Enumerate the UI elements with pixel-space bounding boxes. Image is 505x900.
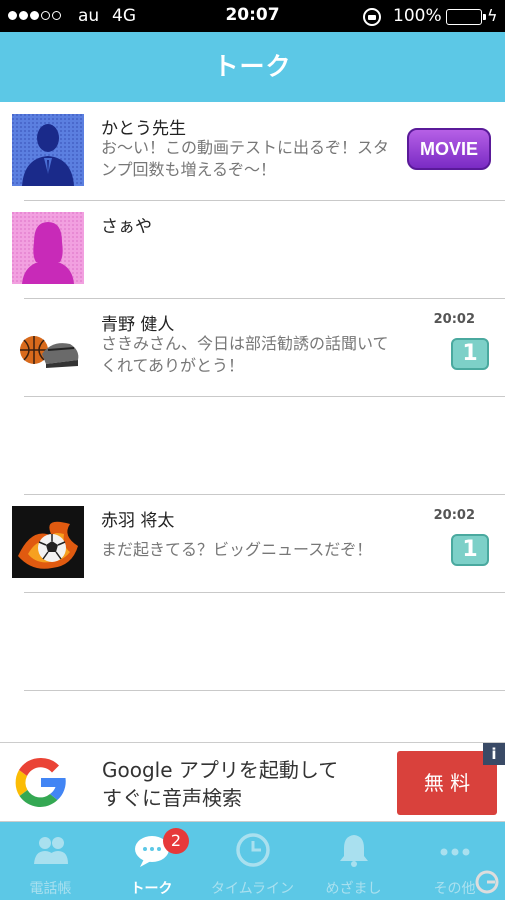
tab-contacts[interactable]: 電話帳 — [0, 822, 101, 900]
rotation-lock-icon — [363, 8, 381, 26]
avatar — [12, 310, 84, 382]
tab-timeline[interactable]: タイムライン — [202, 822, 303, 900]
ad-info-icon[interactable]: i — [483, 743, 505, 765]
clock-icon — [236, 833, 270, 867]
chat-name: 赤羽 将太 — [101, 511, 175, 531]
chat-preview: さきみさん、今日は部活勧誘の話聞いてくれてありがとう！ — [101, 334, 389, 375]
nav-header: トーク — [0, 32, 505, 102]
chat-row[interactable]: さぁや — [0, 200, 505, 298]
tab-bar: 電話帳 2 トーク タイムライン めざまし その他 — [0, 822, 505, 900]
avatar — [12, 506, 84, 578]
ad-line-1: Google アプリを起動して — [102, 758, 339, 782]
ad-line-2: すぐに音声検索 — [102, 786, 242, 810]
google-logo-icon — [15, 757, 66, 807]
avatar — [12, 212, 84, 284]
contacts-icon — [34, 837, 68, 864]
row-divider — [24, 592, 505, 593]
page-title: トーク — [213, 52, 292, 81]
chat-name: かとう先生 — [101, 119, 186, 139]
chat-name: 青野 健人 — [101, 315, 175, 335]
row-divider — [24, 396, 505, 397]
avatar — [12, 114, 84, 186]
chat-list[interactable]: かとう先生 お〜い！この動画テストに出るぞ！スタンプ回数も増えるぞ〜！ MOVI… — [0, 102, 505, 742]
chat-row[interactable]: かとう先生 お〜い！この動画テストに出るぞ！スタンプ回数も増えるぞ〜！ MOVI… — [0, 102, 505, 200]
chat-name: さぁや — [101, 217, 152, 237]
movie-badge[interactable]: MOVIE — [407, 128, 491, 170]
tab-talk[interactable]: 2 トーク — [101, 822, 202, 900]
ad-banner[interactable]: Google アプリを起動して すぐに音声検索 無 料 i — [0, 742, 505, 822]
battery-icon — [446, 9, 486, 25]
unread-count-badge: 1 — [451, 338, 489, 370]
unread-count-badge: 1 — [451, 534, 489, 566]
ad-free-button[interactable]: 無 料 — [397, 751, 497, 815]
tab-label: トーク — [130, 881, 173, 897]
tab-label: めざまし — [325, 881, 382, 897]
watermark-logo-icon — [475, 870, 499, 894]
tab-alarm[interactable]: めざまし — [303, 822, 404, 900]
charging-icon: ϟ — [487, 6, 498, 25]
row-divider — [24, 690, 505, 691]
tab-notification-badge: 2 — [163, 828, 189, 854]
chat-preview: お〜い！この動画テストに出るぞ！スタンプ回数も増えるぞ〜！ — [101, 138, 390, 179]
more-icon — [440, 848, 470, 856]
tab-label: タイムライン — [210, 881, 295, 897]
chat-row[interactable]: 赤羽 将太 まだ起きてる？ビッグニュースだぞ！ 20:02 1 — [0, 494, 505, 592]
chat-preview: まだ起きてる？ビッグニュースだぞ！ — [101, 540, 373, 559]
battery-percent: 100% — [393, 6, 442, 26]
status-bar: au 4G 20:07 100% ϟ — [0, 0, 505, 32]
chat-time: 20:02 — [433, 508, 475, 523]
ad-text: Google アプリを起動して すぐに音声検索 — [102, 756, 338, 812]
tab-label: 電話帳 — [29, 881, 72, 897]
chat-row[interactable]: 青野 健人 さきみさん、今日は部活勧誘の話聞いてくれてありがとう！ 20:02 … — [0, 298, 505, 396]
bell-icon — [340, 835, 368, 867]
chat-time: 20:02 — [433, 312, 475, 327]
